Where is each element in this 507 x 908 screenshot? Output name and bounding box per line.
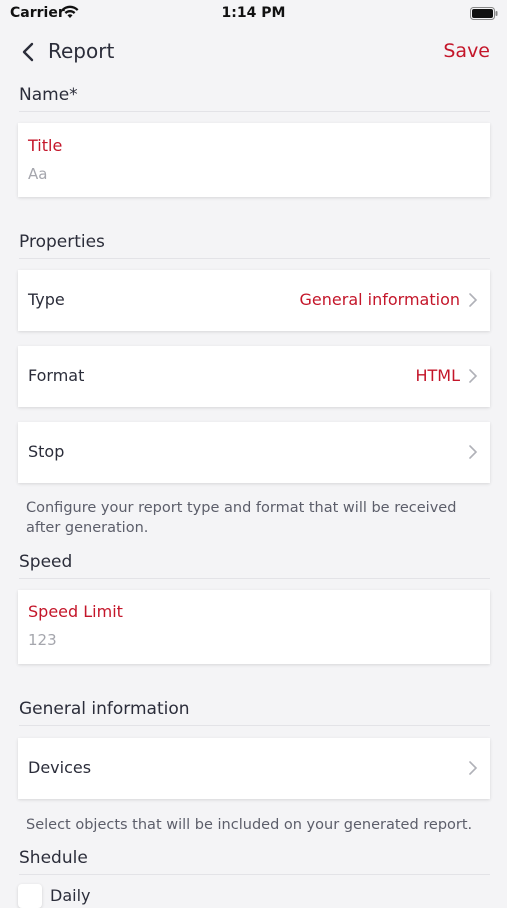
speed-limit-label: Speed Limit [28,602,123,621]
type-row-value: General information [299,290,460,309]
section-heading-properties: Properties [19,232,105,252]
clock: 1:14 PM [221,5,286,21]
status-bar: Carrier 1:14 PM [0,0,507,28]
devices-row-label: Devices [28,758,92,777]
stop-row-label: Stop [28,442,65,461]
title-field[interactable]: Title Aa [18,123,490,197]
title-field-label: Title [28,136,63,155]
chevron-right-icon [469,761,478,775]
daily-checkbox[interactable] [18,884,42,908]
format-row-value: HTML [415,366,460,385]
divider [19,578,490,579]
divider [19,725,490,726]
page-title: Report [48,39,115,63]
properties-note: Configure your report type and format th… [26,500,457,536]
divider [19,258,490,259]
section-heading-speed: Speed [19,552,73,572]
section-heading-general: General information [19,699,190,719]
format-row-label: Format [28,366,85,385]
divider [19,111,490,112]
type-row-label: Type [28,290,65,309]
section-heading-name: Name* [19,85,78,105]
battery-icon [470,7,498,20]
stop-row[interactable]: Stop [18,422,490,483]
devices-row[interactable]: Devices [18,738,490,799]
divider [19,874,490,875]
chevron-right-icon [469,293,478,307]
devices-note: Select objects that will be included on … [26,817,473,833]
title-input[interactable]: Aa [28,165,47,183]
type-row[interactable]: Type General information [18,270,490,331]
chevron-right-icon [469,369,478,383]
back-chevron-icon[interactable] [20,40,36,64]
speed-limit-input[interactable]: 123 [28,631,57,649]
save-button[interactable]: Save [430,40,490,62]
daily-label: Daily [50,886,91,905]
section-heading-schedule: Shedule [19,848,88,868]
speed-limit-field[interactable]: Speed Limit 123 [18,590,490,664]
chevron-right-icon [469,445,478,459]
format-row[interactable]: Format HTML [18,346,490,407]
